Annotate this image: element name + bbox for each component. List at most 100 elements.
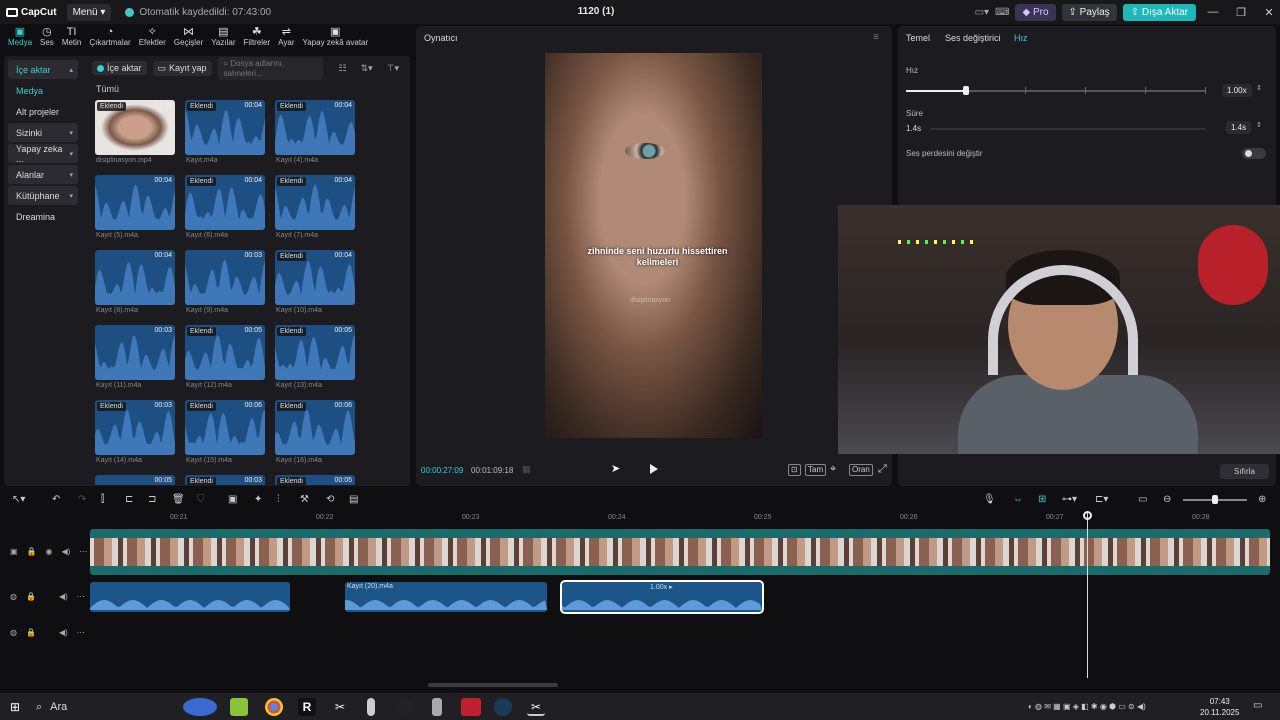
toolbar-filters[interactable]: ☘ Filtreler	[240, 26, 275, 47]
adjust-clip-icon[interactable]: ⫶	[277, 494, 280, 505]
toolbar-sticker[interactable]: ◔ Çıkartmalar	[85, 26, 134, 47]
capcut-active-icon[interactable]: ✂	[527, 698, 545, 716]
toolbar-text[interactable]: TI Metin	[58, 26, 86, 47]
import-button[interactable]: İçe aktar	[92, 61, 147, 75]
audio-media-tile[interactable]: Eklendi 00:03	[185, 475, 265, 485]
taskbar-search[interactable]: ⌕ Ara	[36, 697, 186, 717]
speaker-icon[interactable]: ◀)	[59, 592, 68, 601]
toolbar-effects[interactable]: ✧ Efektler	[135, 26, 170, 47]
zoom-slider-knob[interactable]	[1212, 495, 1218, 504]
tab-voice-changer[interactable]: Ses değiştirici	[945, 33, 1001, 43]
toolbar-captions[interactable]: ▤ Yazılar	[207, 26, 239, 47]
speed-value-field[interactable]: 1.00x	[1222, 84, 1252, 97]
tab-speed[interactable]: Hız	[1014, 33, 1028, 43]
microphone-icon[interactable]: 🎙	[983, 494, 996, 505]
audio-media-tile[interactable]: Eklendi 00:05	[275, 475, 355, 485]
audio-media-tile[interactable]: Eklendi 00:04 Kayıt (4).m4a	[275, 100, 355, 164]
shortcut-icon[interactable]: ⌨	[995, 7, 1009, 18]
minimize-button[interactable]: —	[1202, 6, 1224, 18]
timeline-scrollbar[interactable]	[428, 683, 558, 687]
crop-icon[interactable]: ⊡	[788, 464, 801, 476]
r-app-icon[interactable]: R	[298, 698, 316, 716]
filter-all-label[interactable]: Tümü	[96, 84, 119, 94]
more-icon[interactable]: ⋯	[77, 628, 85, 637]
chrome-icon[interactable]	[265, 698, 283, 716]
shield-icon[interactable]: ⛉	[197, 494, 205, 505]
eye-icon[interactable]: ◉	[46, 547, 53, 556]
audio-clip[interactable]: Kayıt (20).m4a	[345, 582, 547, 612]
play-button[interactable]	[650, 464, 658, 474]
weather-widget-icon[interactable]	[183, 698, 217, 716]
record-button[interactable]: ▭ Kayıt yap	[152, 60, 212, 76]
expand-icon[interactable]: ⤢	[878, 463, 887, 476]
video-track-clip[interactable]	[90, 529, 1270, 575]
capcut-taskbar-icon[interactable]: ✂	[331, 698, 349, 716]
notification-icon[interactable]: ▭	[1253, 700, 1262, 711]
video-preview[interactable]: zihninde seni huzurlu hissettiren kelime…	[545, 53, 762, 438]
split-left-icon[interactable]: ⊏	[125, 494, 133, 505]
audio-media-tile[interactable]: Eklendi 00:04 Kayıt (10).m4a	[275, 250, 355, 314]
magnet-icon[interactable]: ⊞	[1038, 494, 1046, 505]
menu-button[interactable]: Menü ▾	[66, 3, 112, 21]
tab-basic[interactable]: Temel	[906, 33, 930, 43]
delete-icon[interactable]: 🗑	[172, 494, 185, 505]
video-media-tile[interactable]: Eklendi 01:09 disiplinasyon.mp4	[95, 100, 175, 164]
davinci-icon[interactable]	[396, 698, 414, 716]
redo-icon[interactable]: ↷	[78, 494, 86, 505]
audio-media-tile[interactable]: Eklendi 00:05 Kayıt (13).m4a	[275, 325, 355, 389]
select-tool-icon[interactable]: ↖▾	[12, 494, 25, 505]
file-explorer-icon[interactable]	[230, 698, 248, 716]
audio-media-tile[interactable]: Eklendi 00:04 Kayıt (7).m4a	[275, 175, 355, 239]
sidenav-item[interactable]: Alt projeler	[8, 102, 78, 121]
toolbar-transitions[interactable]: ⋈ Geçişler	[170, 26, 207, 47]
fullscreen-quality-button[interactable]: Tam	[805, 464, 827, 476]
system-tray-icons[interactable]: ◐ ◍ ✉ ▦ ▣ ◈ ◧ ✱ ◉ ⬢ ▭ ⊜ ◀)	[1028, 702, 1146, 711]
audio-media-tile[interactable]: Eklendi 00:06 Kayıt (16).m4a	[275, 400, 355, 464]
track-cover-icon[interactable]: ▣	[10, 547, 18, 556]
split-icon[interactable]: ⫿	[101, 494, 104, 505]
comment-icon[interactable]: ▭	[1138, 494, 1147, 505]
sidenav-item[interactable]: Kütüphane ▾	[8, 186, 78, 205]
share-button[interactable]: ⇪ Paylaş	[1061, 3, 1117, 21]
sidenav-item[interactable]: Sizinki ▾	[8, 123, 78, 142]
steam-icon[interactable]	[494, 698, 512, 716]
speed-stepper-icon[interactable]: ⇕	[1256, 84, 1262, 92]
layout-icon[interactable]: ▭▾	[975, 7, 989, 18]
zoom-in-icon[interactable]: ⊕	[1258, 494, 1266, 505]
crop-clip-icon[interactable]: ⟲	[326, 494, 334, 505]
sidenav-item[interactable]: Dreamina	[8, 207, 78, 226]
duration-value-field[interactable]: 1.4s	[1226, 121, 1252, 134]
timeline-ruler[interactable]	[90, 511, 1280, 525]
audio-media-tile[interactable]: Eklendi 00:04 Kayıt (6).m4a	[185, 175, 265, 239]
split-right-icon[interactable]: ⊐	[148, 494, 156, 505]
mic-app-icon[interactable]	[432, 698, 442, 716]
speed-slider-knob[interactable]	[963, 86, 969, 95]
toolbar-audio[interactable]: ◷ Ses	[36, 26, 58, 47]
audio-media-tile[interactable]: 00:03 Kayıt (11).m4a	[95, 325, 175, 389]
lock-icon[interactable]: 🔒	[26, 628, 36, 637]
sidenav-item[interactable]: Yapay zeka ... ▾	[8, 144, 78, 164]
lock-icon[interactable]: 🔒	[26, 592, 36, 601]
voicemeeter-icon[interactable]	[461, 698, 481, 716]
media-search-input[interactable]: ⌕ Dosya adlarını, sahneleri...	[217, 56, 323, 80]
lock-icon[interactable]: 🔒	[27, 547, 37, 556]
zoom-out-icon[interactable]: ⊖	[1163, 494, 1171, 505]
close-button[interactable]: ✕	[1258, 6, 1280, 19]
freeze-icon[interactable]: ▣	[228, 494, 237, 505]
audio-media-tile[interactable]: Eklendi 00:05 Kayıt (12).m4a	[185, 325, 265, 389]
more-icon[interactable]: ⋯	[79, 547, 87, 556]
audio-media-tile[interactable]: Eklendi 00:04 Kayıt.m4a	[185, 100, 265, 164]
audio-media-tile[interactable]: 00:04 Kayıt (8).m4a	[95, 250, 175, 314]
taskbar-clock[interactable]: 07:43 20.11.2025	[1200, 696, 1239, 718]
audio-media-tile[interactable]: 00:05	[95, 475, 175, 485]
duration-slider-track[interactable]	[930, 128, 1206, 130]
caption-clip-icon[interactable]: ▤	[349, 494, 358, 505]
ai-edit-icon[interactable]: ✦	[254, 494, 262, 505]
focus-icon[interactable]: ⌖	[830, 463, 836, 476]
playhead[interactable]	[1087, 512, 1088, 678]
audio-media-tile[interactable]: 00:04 Kayıt (5).m4a	[95, 175, 175, 239]
sort-icon[interactable]: ⇅▾	[361, 63, 373, 74]
ratio-button[interactable]: Oran	[849, 464, 873, 476]
pro-button[interactable]: ◆ Pro	[1015, 3, 1056, 21]
audio-clip[interactable]: 1.00x ▸	[560, 580, 764, 614]
